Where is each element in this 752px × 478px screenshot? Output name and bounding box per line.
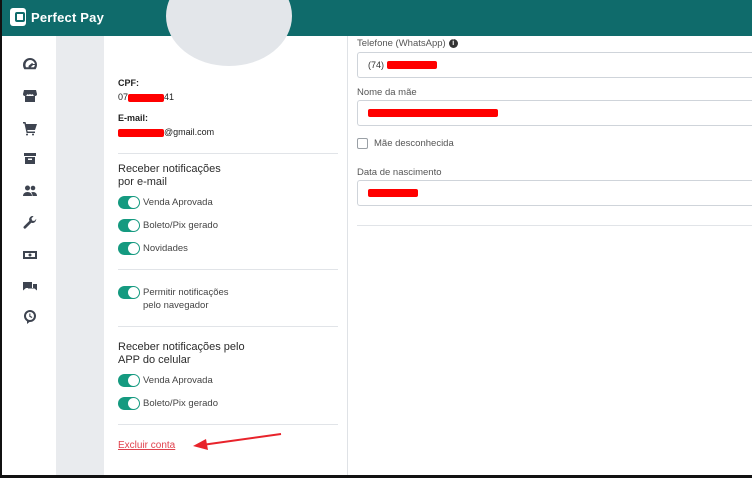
cpf-label: CPF: xyxy=(118,78,139,88)
mother-name-input[interactable] xyxy=(357,100,752,126)
money-icon[interactable] xyxy=(20,245,40,265)
toggle-switch[interactable] xyxy=(118,286,140,299)
section-divider xyxy=(118,153,338,154)
app-notifications-title: Receber notificações pelo APP do celular xyxy=(118,341,245,366)
toggle-switch[interactable] xyxy=(118,196,140,209)
sidebar-nav xyxy=(4,36,56,475)
section-divider xyxy=(118,326,338,327)
support-icon[interactable] xyxy=(20,307,40,327)
birth-date-label: Data de nascimento xyxy=(357,167,442,178)
profile-form: Telefone (WhatsApp) i (74) Nome da mãe Mã… xyxy=(349,36,752,475)
email-notif-boleto-pix: Boleto/Pix gerado xyxy=(118,219,218,232)
profile-settings-card: CPF: 07 41 E-mail: @gmail.com Receber not… xyxy=(104,0,348,475)
redaction-mark xyxy=(386,61,437,69)
brand-logo[interactable]: Perfect Pay xyxy=(10,8,104,26)
redaction-mark xyxy=(368,189,418,197)
redaction-mark xyxy=(118,128,164,137)
wrench-icon[interactable] xyxy=(20,213,40,233)
page-background xyxy=(56,36,104,475)
app-notif-venda-aprovada: Venda Aprovada xyxy=(118,374,213,387)
brand-name: Perfect Pay xyxy=(31,9,105,25)
email-notifications-title: Receber notificações por e-mail xyxy=(118,163,221,188)
chat-icon[interactable] xyxy=(20,277,40,297)
delete-account-link[interactable]: Excluir conta xyxy=(118,440,175,451)
users-icon[interactable] xyxy=(20,181,40,201)
toggle-switch[interactable] xyxy=(118,219,140,232)
redaction-mark xyxy=(128,93,165,102)
birth-date-input[interactable] xyxy=(357,180,752,206)
email-notif-novidades: Novidades xyxy=(118,242,188,255)
toggle-switch[interactable] xyxy=(118,242,140,255)
toggle-switch[interactable] xyxy=(118,397,140,410)
email-value: @gmail.com xyxy=(118,127,214,137)
avatar[interactable] xyxy=(166,0,292,66)
mother-unknown-row: Mãe desconhecida xyxy=(357,138,454,149)
phone-label: Telefone (WhatsApp) i xyxy=(357,38,458,49)
email-notif-venda-aprovada: Venda Aprovada xyxy=(118,196,213,209)
section-divider xyxy=(118,424,338,425)
info-icon[interactable]: i xyxy=(448,39,458,48)
form-divider xyxy=(357,225,752,226)
dashboard-icon[interactable] xyxy=(20,54,40,74)
mother-name-label: Nome da mãe xyxy=(357,87,417,98)
app-window: Perfect Pay CPF: 07 41 E-mail: @gmail.co… xyxy=(0,0,752,478)
section-divider xyxy=(118,269,338,270)
mother-unknown-checkbox[interactable] xyxy=(357,138,368,149)
perfect-pay-logo-icon xyxy=(10,8,26,26)
toggle-switch[interactable] xyxy=(118,374,140,387)
store-icon[interactable] xyxy=(20,86,40,106)
phone-input[interactable]: (74) xyxy=(357,52,752,78)
cpf-value: 07 41 xyxy=(118,92,175,102)
email-label: E-mail: xyxy=(118,113,149,123)
app-notif-boleto-pix: Boleto/Pix gerado xyxy=(118,397,218,410)
browser-notifications-row: Permitir notificações pelo navegador xyxy=(118,286,243,312)
cart-icon[interactable] xyxy=(20,118,40,138)
redaction-mark xyxy=(368,109,498,117)
box-icon[interactable] xyxy=(20,148,40,168)
top-bar: Perfect Pay xyxy=(2,0,752,36)
